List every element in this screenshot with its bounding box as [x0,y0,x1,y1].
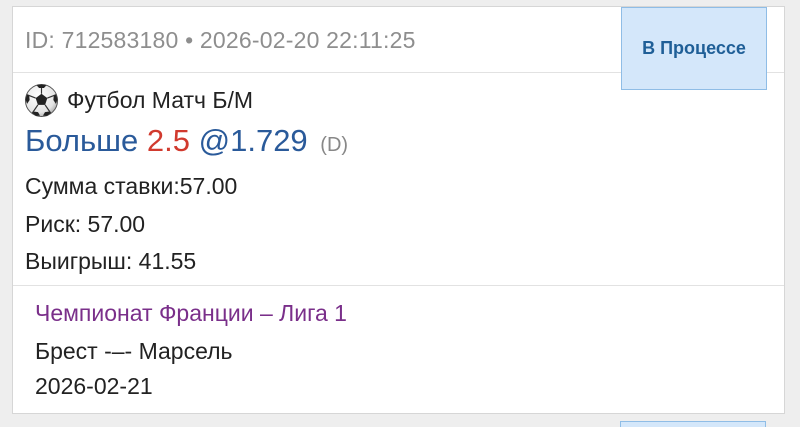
sport-row: Футбол Матч Б/М [24,81,253,119]
soccer-ball-icon [24,83,59,117]
market-name: Футбол Матч Б/М [67,86,254,113]
event-date: 2026-02-21 [35,373,153,399]
bet-id-timestamp: ID: 712583180 • 2026-02-20 22:11:25 [25,27,416,53]
match-teams: Брест -–- Марсель [35,338,233,364]
risk-amount: Риск: 57.00 [25,211,146,237]
selection-odds: @1.729 [198,123,308,158]
section-divider [13,285,784,286]
next-status-badge-edge [620,421,766,427]
selection-line: Больше 2.5 @1.729 (D) [25,121,348,165]
selection-handicap: 2.5 [146,123,190,158]
bet-card[interactable]: ID: 712583180 • 2026-02-20 22:11:25 В Пр… [12,6,785,414]
league-name: Чемпионат Франции – Лига 1 [35,300,347,326]
odds-format: (D) [320,134,349,156]
win-amount: Выигрыш: 41.55 [25,248,197,274]
bet-details: Футбол Матч Б/М Больше 2.5 @1.729 (D) Су… [13,73,784,285]
selection-name: Больше [25,123,139,158]
stake-amount: Сумма ставки:57.00 [25,173,238,199]
